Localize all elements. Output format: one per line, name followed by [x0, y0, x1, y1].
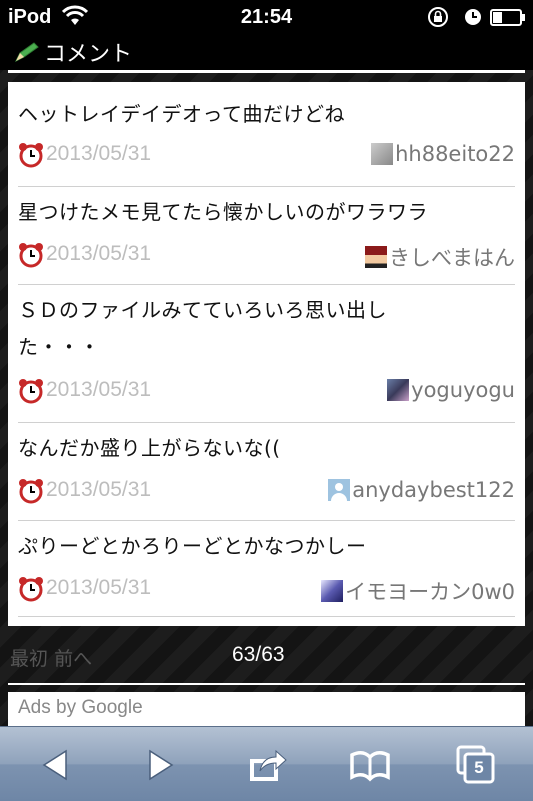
pagination-links: 最初 前へ	[10, 644, 92, 671]
comment-user[interactable]: anydaybest122	[328, 478, 515, 502]
comment-item: 星つけたメモ見てたら懐かしいのがワラワラ 2013/05/31 きしべまはん	[18, 186, 515, 285]
header-divider	[8, 70, 525, 73]
alarm-clock-icon	[19, 379, 43, 404]
forward-button-icon[interactable]	[140, 745, 180, 785]
pagination: 最初 前へ 63/63	[0, 636, 533, 678]
status-time: 21:54	[240, 6, 293, 28]
share-button-icon[interactable]	[248, 745, 288, 785]
back-button-icon[interactable]	[36, 745, 76, 785]
page-count: 63/63	[232, 643, 285, 666]
comment-text: ぷりーどとかろりーどとかなつかしー	[18, 534, 367, 558]
comment-item: ＳＤのファイルみてていろいろ思い出し た・・・ 2013/05/31 yoguy…	[18, 284, 515, 423]
comment-date: 2013/05/31	[46, 378, 152, 401]
comment-text: なんだか盛り上がらないな((	[18, 436, 281, 460]
comment-list: ヘットレイデイデオって曲だけどね 2013/05/31 hh88eito22 星…	[8, 82, 525, 626]
pager-divider	[8, 683, 525, 685]
comment-text: ヘットレイデイデオって曲だけどね	[18, 102, 345, 126]
rotation-lock-icon	[428, 7, 448, 27]
ads-label: Ads by Google	[18, 697, 143, 718]
comment-item: ぷりーどとかろりーどとかなつかしー 2013/05/31 イモヨーカン0w0	[18, 520, 515, 617]
section-title-label: コメント	[44, 42, 133, 67]
browser-toolbar: 5	[0, 726, 533, 801]
comment-username: きしべまはん	[389, 246, 515, 270]
comment-text-line: ＳＤのファイルみてていろいろ思い出し	[18, 298, 387, 322]
comment-item: なんだか盛り上がらないな(( 2013/05/31 anydaybest122	[18, 422, 515, 521]
comment-username: hh88eito22	[395, 142, 515, 166]
tabs-button[interactable]: 5	[456, 745, 496, 785]
section-header: コメント	[0, 34, 533, 70]
comment-user[interactable]: イモヨーカン0w0	[321, 576, 515, 606]
comment-meta: 2013/05/31 yoguyogu	[18, 378, 515, 408]
comment-date: 2013/05/31	[46, 142, 152, 165]
alarm-clock-icon	[19, 577, 43, 602]
comment-meta: 2013/05/31 きしべまはん	[18, 242, 515, 272]
avatar	[371, 143, 394, 165]
comment-username: イモヨーカン0w0	[345, 580, 515, 604]
tab-count: 5	[474, 758, 484, 777]
alarm-status-icon	[465, 9, 481, 25]
status-bar: iPod 21:54	[0, 0, 533, 34]
comment-date: 2013/05/31	[46, 478, 152, 501]
alarm-clock-icon	[19, 143, 43, 168]
alarm-clock-icon	[19, 243, 43, 268]
comment-item: ヘットレイデイデオって曲だけどね 2013/05/31 hh88eito22	[18, 82, 515, 187]
prev-page-link[interactable]: 前へ	[54, 648, 92, 670]
battery-icon	[490, 9, 525, 26]
comment-username: yoguyogu	[411, 378, 515, 402]
comment-user[interactable]: hh88eito22	[371, 142, 515, 166]
comment-meta: 2013/05/31 anydaybest122	[18, 478, 515, 508]
comment-user[interactable]: yoguyogu	[387, 378, 515, 402]
first-page-link[interactable]: 最初	[10, 648, 48, 670]
avatar	[321, 580, 344, 602]
alarm-clock-icon	[19, 479, 43, 504]
comment-text: 星つけたメモ見てたら懐かしいのがワラワラ	[18, 200, 428, 224]
comment-user[interactable]: きしべまはん	[365, 242, 515, 272]
comment-meta: 2013/05/31 hh88eito22	[18, 142, 515, 172]
comment-username: anydaybest122	[352, 478, 515, 502]
avatar	[387, 379, 410, 401]
comment-text: ＳＤのファイルみてていろいろ思い出し た・・・	[18, 292, 387, 366]
section-title: コメント	[14, 36, 132, 68]
comment-date: 2013/05/31	[46, 576, 152, 599]
comment-text-line: た・・・	[18, 335, 100, 359]
comment-date: 2013/05/31	[46, 242, 152, 265]
bookmarks-button-icon[interactable]	[350, 745, 390, 785]
default-avatar-icon	[328, 479, 351, 501]
comment-meta: 2013/05/31 イモヨーカン0w0	[18, 576, 515, 606]
ad-banner[interactable]: Ads by Google	[8, 692, 525, 726]
avatar	[365, 246, 387, 268]
pencil-icon	[14, 42, 39, 63]
